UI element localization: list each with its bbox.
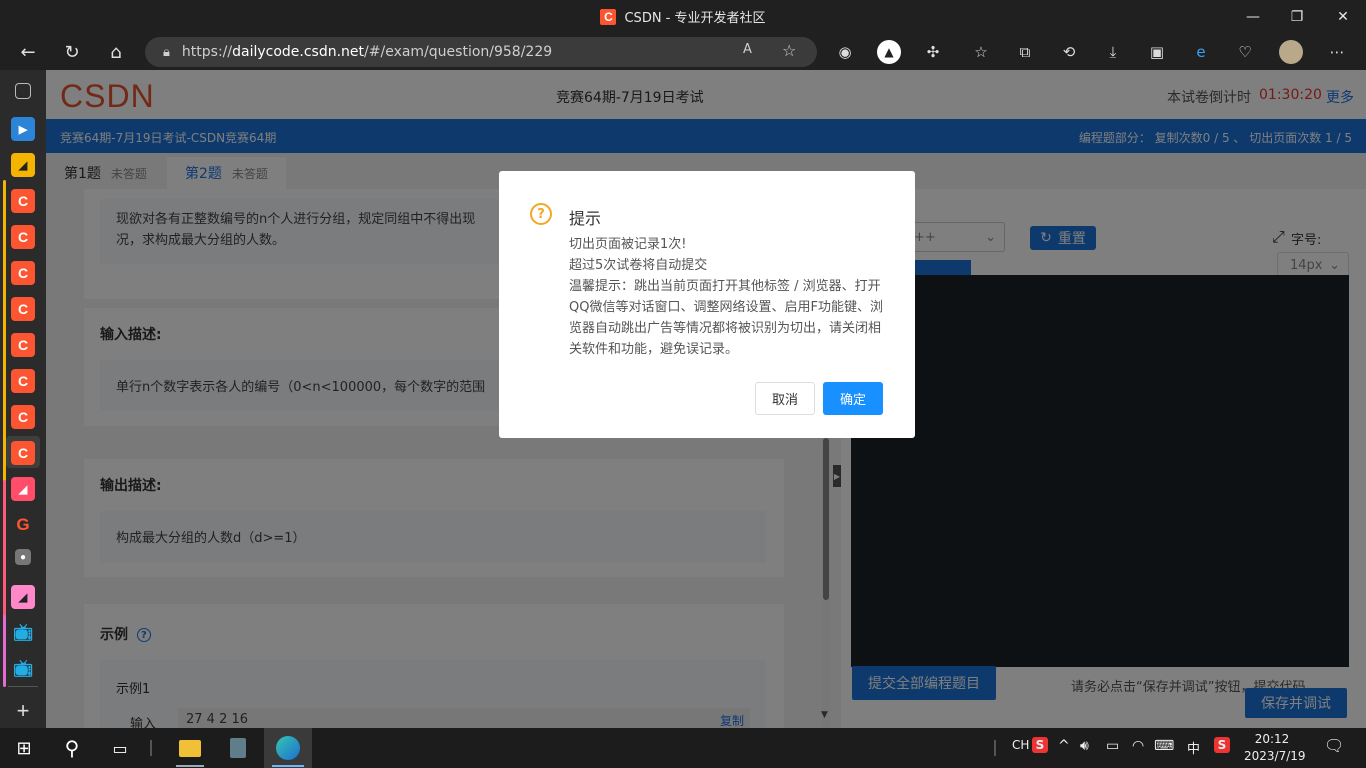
warning-dialog: ? 提示 切出页面被记录1次! 超过5次试卷将自动提交 温馨提示：跳出当前页面打… [499,171,915,438]
calculator-icon[interactable] [218,732,258,764]
minimize-button[interactable]: — [1230,0,1276,33]
display-icon[interactable]: ▭ [1106,738,1119,754]
tray-divider [994,740,996,756]
confirm-button[interactable]: 确定 [823,382,883,415]
wifi-icon[interactable]: ◠ [1132,738,1144,754]
task-view-icon[interactable]: ▭ [100,732,140,764]
history-icon[interactable]: ⟲ [1054,37,1084,67]
extension-profile-icon[interactable]: ▲ [874,37,904,67]
sidebar-tab-csdn-icon[interactable]: C [11,369,35,393]
cancel-button[interactable]: 取消 [755,382,815,415]
favorites-icon[interactable]: ☆ [966,37,996,67]
lock-icon[interactable]: 🔒︎ [163,45,170,60]
file-explorer-icon[interactable] [170,732,210,764]
sogou-ime-icon[interactable]: S [1032,737,1048,753]
windows-taskbar: ⊞ ⚲ ▭ CH S ^ 🔊︎ ▭ ◠ ⌨ 中 S 20:12 2023/7/1… [0,728,1366,768]
downloads-icon[interactable]: ⤓ [1098,37,1128,67]
app-running-indicator [176,765,204,767]
settings-more-icon[interactable]: ⋯ [1322,37,1352,67]
window-title-text: CSDN - 专业开发者社区 [624,11,766,26]
sogou-ime-icon[interactable]: S [1214,737,1230,753]
sidebar-tab-csdn-icon[interactable]: C [11,261,35,285]
url-prefix: https:// [181,44,233,60]
sidebar-tab-csdn-icon[interactable]: C [11,225,35,249]
dialog-line: 切出页面被记录1次! [569,237,687,252]
browser-toolbar: ← ↻ ⌂ 🔒︎ https://dailycode.csdn.net/#/ex… [0,33,1366,70]
sidebar-tab-pink-icon[interactable]: ◢ [11,477,35,501]
browser-essentials-icon[interactable]: ♡ [1230,37,1260,67]
dialog-body: 切出页面被记录1次! 超过5次试卷将自动提交 温馨提示：跳出当前页面打开其他标签… [569,234,889,360]
math-solver-icon[interactable]: ▣ [1142,37,1172,67]
edge-browser-icon[interactable] [268,732,308,764]
favorite-star-icon[interactable]: ☆ [782,41,796,60]
extension-glasses-icon[interactable]: ◉ [830,37,860,67]
notification-icon[interactable]: 🗨︎ [1324,736,1344,755]
window-title: C CSDN - 专业开发者社区 [0,0,1366,33]
sidebar-tab-google-icon[interactable]: G [11,513,35,537]
sidebar-tab-pink2-icon[interactable]: ◢ [11,585,35,609]
sidebar-tab-csdn-icon[interactable]: C [11,405,35,429]
sidebar-tab-csdn-icon[interactable]: C [11,333,35,357]
sidebar-tab-csdn-icon[interactable]: C [11,297,35,321]
dialog-title: 提示 [569,209,602,228]
ime-language[interactable]: CH [1012,738,1029,752]
clock[interactable]: 20:12 2023/7/19 [1244,731,1306,765]
tab-group-bar-magenta [3,615,6,687]
sidebar-tab-play-icon[interactable]: ▶ [11,117,35,141]
taskbar-divider [150,740,152,756]
url-path: /#/exam/question/958/229 [364,44,553,60]
sidebar-tab-csdn-active-icon[interactable]: C [11,441,35,465]
address-bar[interactable]: 🔒︎ https://dailycode.csdn.net/#/exam/que… [145,37,817,67]
volume-icon[interactable]: 🔊︎ [1080,738,1089,754]
show-hidden-icons-icon[interactable]: ^ [1058,738,1070,754]
restore-button[interactable]: ❐ [1274,0,1320,33]
clock-date: 2023/7/19 [1244,749,1306,763]
sidebar-tab-grey-icon[interactable]: ● [15,549,31,565]
extensions-puzzle-icon[interactable]: ✣ [918,37,948,67]
app-active-indicator [272,765,304,767]
sidebar-tab-bilibili-icon[interactable]: 📺︎ [11,621,35,645]
ie-mode-icon[interactable]: e [1186,37,1216,67]
dialog-line: 超过5次试卷将自动提交 [569,258,708,273]
tab-actions-icon[interactable] [15,83,31,99]
sidebar-tab-yellow-icon[interactable]: ◢ [11,153,35,177]
refresh-icon[interactable]: ↻ [57,37,87,67]
question-circle-icon: ? [530,203,552,225]
read-aloud-icon[interactable]: A [743,42,752,57]
close-window-button[interactable]: ✕ [1320,0,1366,33]
collections-icon[interactable]: ⧉ [1010,37,1040,67]
clock-time: 20:12 [1254,732,1290,746]
sidebar-tab-bilibili-icon[interactable]: 📺︎ [11,657,35,681]
touch-keyboard-icon[interactable]: ⌨ [1154,738,1174,754]
windows-start-icon[interactable]: ⊞ [4,732,44,764]
url-host: dailycode.csdn.net [232,44,365,60]
sidebar-divider [8,686,38,687]
back-arrow-icon[interactable]: ← [13,37,43,67]
user-avatar[interactable] [1276,37,1306,67]
dialog-line: 温馨提示：跳出当前页面打开其他标签 / 浏览器、打开QQ微信等对话窗口、调整网络… [569,279,883,357]
vertical-tabs-sidebar: ▶ ◢ C C C C C C C C ◢ G ● ◢ 📺︎ 📺︎ + [0,70,46,728]
csdn-favicon-icon: C [600,8,617,25]
window-title-bar: C CSDN - 专业开发者社区 — ❐ ✕ [0,0,1366,33]
home-icon[interactable]: ⌂ [101,37,131,67]
search-icon[interactable]: ⚲ [52,732,92,764]
new-tab-plus-icon[interactable]: + [11,698,35,723]
sidebar-tab-csdn-icon[interactable]: C [11,189,35,213]
ime-mode[interactable]: 中 [1187,738,1200,757]
